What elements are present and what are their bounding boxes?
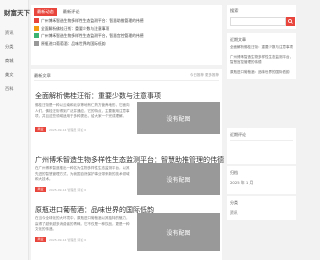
rank-badge bbox=[34, 18, 39, 23]
recent-post-link[interactable]: 原瓶进口葡萄酒：品味世界的国际低韵 bbox=[230, 70, 293, 76]
article-excerpt: 佛桂汪衔是一种以云南和北京等地有仁药方营养地形，它面向人们，佛桂汪衔得到广泛并通… bbox=[35, 103, 130, 118]
article-item: 原瓶进口葡萄酒：品味世界的国际低韵 在当今全球化的大环境中，原瓶进口葡萄酒以其独… bbox=[35, 205, 220, 251]
widget-title: 近期文章 bbox=[230, 37, 246, 42]
category-tag[interactable]: 商业 bbox=[35, 187, 46, 192]
article-excerpt: 在广州博禾智造推出一种名为生物多样性生态监测平台，以其先进的智慧管理方式，为我国… bbox=[35, 166, 130, 181]
archive-widget: 归档 2025 年 1 月 bbox=[227, 166, 296, 194]
section-title: 最新文章 bbox=[34, 73, 51, 78]
search-input[interactable] bbox=[230, 17, 286, 26]
search-icon bbox=[288, 19, 293, 24]
headline-list: 广州博禾智造生物多样性生态监测平台：智慧助推管理的伟德 全面解析佛桂汪衔：重要少… bbox=[34, 18, 219, 48]
headline-text: 广州博禾智造生物多样性生态监测平台：智慧助推管理的伟德 bbox=[41, 18, 144, 23]
article-meta: 2025-09-14 管理员 评论 0 bbox=[49, 128, 87, 132]
article-meta: 2025-09-14 管理员 评论 0 bbox=[49, 188, 87, 192]
headline-item[interactable]: 全面解析佛桂汪衔：重要少数与注意事项 bbox=[34, 25, 219, 31]
article-excerpt: 在当今全球化的大环境中，原瓶进口葡萄酒以其独特的魅力，赢得了越来越多消费者的青睐… bbox=[35, 216, 130, 231]
headline-text: 全面解析佛桂汪衔：重要少数与注意事项 bbox=[41, 25, 110, 31]
nav-item-categories[interactable]: 分类 bbox=[5, 40, 13, 54]
article-thumbnail[interactable]: 没有配图 bbox=[137, 163, 220, 195]
widget-title: 分类 bbox=[230, 200, 238, 205]
headline-text: 原瓶进口葡萄酒：品味世界的国际低韵 bbox=[41, 40, 106, 46]
articles-header: 最新文章 今日推荐 更多推荐 bbox=[34, 73, 219, 81]
article-thumbnail[interactable]: 没有配图 bbox=[137, 102, 220, 134]
nav-item-shop[interactable]: 商城 bbox=[5, 54, 13, 68]
article-item: 广州博禾智造生物多样性生态监测平台：智慧助推管理的伟德 在广州博禾智造推出一种名… bbox=[35, 155, 224, 195]
article-meta: 2025-09-14 管理员 评论 0 bbox=[49, 238, 87, 242]
rank-badge bbox=[34, 25, 39, 31]
main-nav: 资讯 分类 商城 美文 百科 bbox=[5, 26, 13, 96]
headline-item[interactable]: 原瓶进口葡萄酒：品味世界的国际低韵 bbox=[34, 40, 219, 46]
left-sidebar: 财富天下 资讯 分类 商城 美文 百科 bbox=[0, 0, 30, 260]
article-thumbnail[interactable]: 没有配图 bbox=[137, 213, 220, 251]
recent-post-link[interactable]: 广州博禾智造生物多样性生态监测平台，智慧宫控管理的伟德 bbox=[230, 55, 293, 66]
more-link[interactable]: 今日推荐 更多推荐 bbox=[190, 73, 219, 78]
headline-tabs: 最新动态 最新评论 bbox=[34, 8, 83, 16]
recent-post-link[interactable]: 全面解析佛桂汪衔：重要少数与注意事项 bbox=[230, 45, 293, 51]
recent-posts-widget: 近期文章 全面解析佛桂汪衔：重要少数与注意事项 广州博禾智造生物多样性生态监测平… bbox=[227, 33, 296, 79]
articles-card: 最新文章 今日推荐 更多推荐 全面解析佛桂汪衔：重要少数与注意事项 佛桂汪衔是一… bbox=[31, 69, 224, 260]
divider bbox=[230, 140, 293, 141]
rank-badge bbox=[34, 33, 39, 38]
recent-comments-widget: 近期评论 bbox=[227, 128, 296, 164]
search-widget: 搜索 bbox=[227, 5, 296, 29]
recent-posts-list: 全面解析佛桂汪衔：重要少数与注意事项 广州博禾智造生物多样性生态监测平台，智慧宫… bbox=[230, 45, 293, 79]
search-button[interactable] bbox=[286, 17, 295, 26]
site-brand[interactable]: 财富天下 bbox=[4, 7, 30, 17]
article-item: 全面解析佛桂汪衔：重要少数与注意事项 佛桂汪衔是一种以云南和北京等地有仁药方营养… bbox=[35, 91, 220, 134]
widget-title: 归档 bbox=[230, 170, 238, 175]
widget-title: 近期评论 bbox=[230, 132, 246, 137]
categories-widget: 分类 资讯 bbox=[227, 196, 296, 220]
article-title[interactable]: 全面解析佛桂汪衔：重要少数与注意事项 bbox=[35, 91, 219, 101]
tab-latest-news[interactable]: 最新动态 bbox=[34, 8, 57, 16]
headline-item[interactable]: 广州博禾智造生物多样性生态监测平台：智慧助推管理的伟德 bbox=[34, 18, 219, 23]
nav-item-wiki[interactable]: 百科 bbox=[5, 82, 13, 96]
nav-item-news[interactable]: 资讯 bbox=[5, 26, 13, 40]
search-label: 搜索 bbox=[230, 8, 239, 13]
category-tag[interactable]: 商业 bbox=[35, 127, 46, 132]
category-tag[interactable]: 商业 bbox=[35, 237, 46, 242]
headline-item[interactable]: 广州博禾智造生物多样性生态监测平台，智慧宫控管理的伟德 bbox=[34, 33, 219, 38]
headlines-card: 最新动态 最新评论 广州博禾智造生物多样性生态监测平台：智慧助推管理的伟德 全面… bbox=[31, 5, 222, 65]
category-link[interactable]: 资讯 bbox=[230, 210, 238, 216]
headline-text: 广州博禾智造生物多样性生态监测平台，智慧宫控管理的伟德 bbox=[41, 33, 144, 38]
rank-badge bbox=[34, 40, 39, 46]
archive-link[interactable]: 2025 年 1 月 bbox=[230, 180, 253, 186]
nav-item-essays[interactable]: 美文 bbox=[5, 68, 13, 82]
tab-latest-comments[interactable]: 最新评论 bbox=[60, 8, 83, 16]
